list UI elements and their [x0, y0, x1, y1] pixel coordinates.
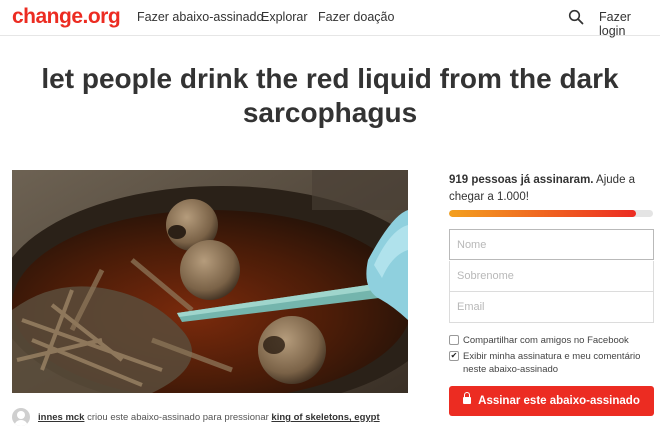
creator-text: innes mck criou este abaixo-assinado par… [38, 412, 380, 423]
nav-donate[interactable]: Fazer doação [318, 10, 394, 24]
login-link[interactable]: Fazer login [599, 10, 660, 38]
signature-count: 919 pessoas já assinaram. Ajude a chegar… [449, 172, 654, 206]
change-org-logo[interactable]: change.org [12, 5, 121, 29]
avatar [12, 408, 30, 426]
petition-title: let people drink the red liquid from the… [41, 63, 619, 128]
petition-photo [12, 170, 408, 393]
share-facebook-label: Compartilhar com amigos no Facebook [463, 335, 629, 346]
lock-icon [463, 392, 472, 404]
top-navigation-bar: change.org Fazer abaixo-assinado Explora… [0, 0, 660, 38]
search-icon[interactable] [568, 9, 584, 25]
signature-progress-fill [449, 210, 637, 217]
display-signature-checkbox[interactable]: ✔ [449, 351, 459, 361]
nav-start-petition[interactable]: Fazer abaixo-assinado [137, 10, 263, 24]
avatar-body [14, 420, 28, 426]
petition-creator-line: innes mck criou este abaixo-assinado par… [12, 406, 412, 428]
nav-explore[interactable]: Explorar [261, 10, 308, 24]
share-facebook-checkbox[interactable] [449, 335, 459, 345]
petition-image [12, 170, 408, 393]
signature-progress-bar [449, 210, 653, 217]
last-name-field[interactable] [449, 261, 654, 292]
signature-count-bold: 919 pessoas já assinaram. [449, 174, 594, 186]
fine-print-cutoff [449, 424, 654, 431]
decision-maker-link[interactable]: king of skeletons, egypt [271, 412, 379, 423]
avatar-head [17, 411, 25, 419]
sign-petition-button[interactable]: Assinar este abaixo-assinado [449, 386, 654, 416]
display-signature-label: Exibir minha assinatura e meu comentário… [463, 351, 641, 375]
email-field[interactable] [449, 292, 654, 323]
sign-petition-label: Assinar este abaixo-assinado [478, 395, 640, 407]
creator-action-text: criou este abaixo-assinado para pression… [84, 412, 272, 423]
creator-name-link[interactable]: innes mck [38, 412, 84, 423]
first-name-field[interactable] [449, 229, 654, 260]
